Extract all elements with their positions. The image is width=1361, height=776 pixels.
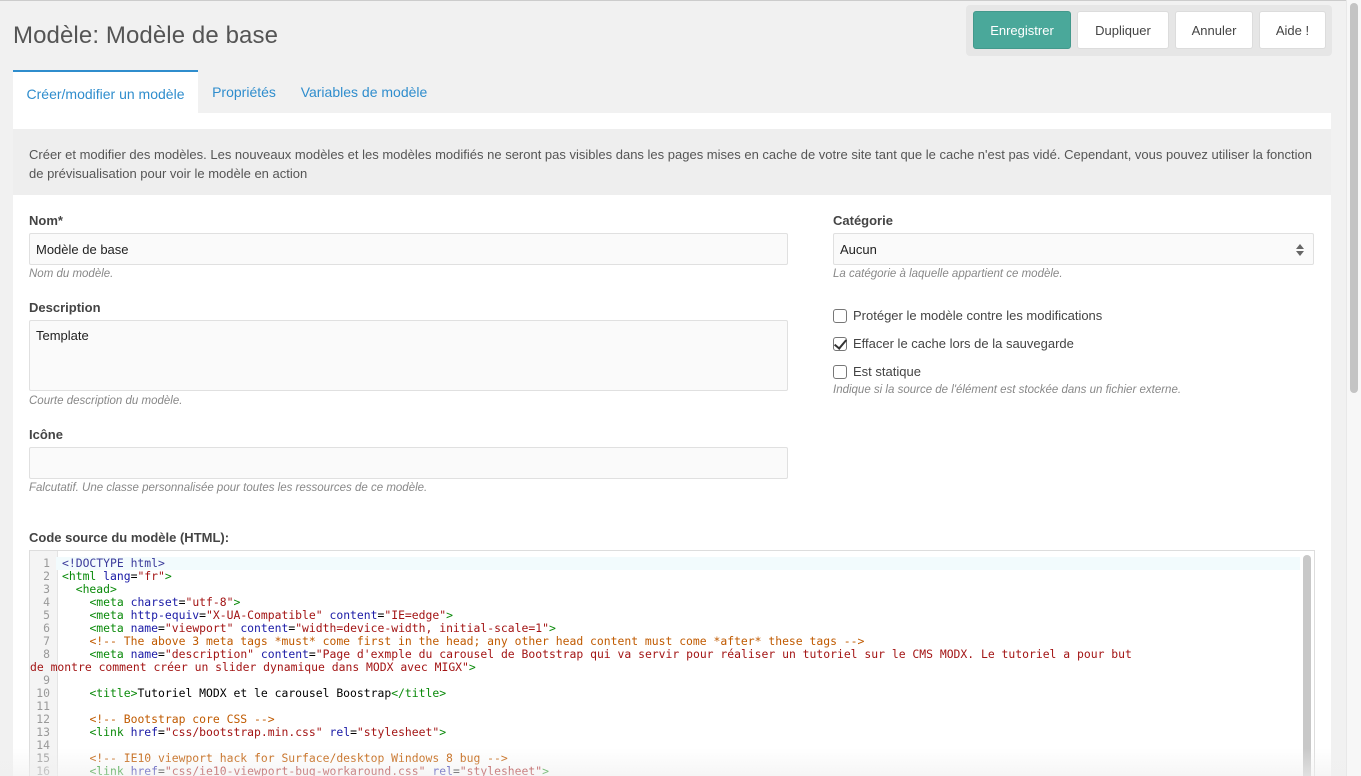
code-label: Code source du modèle (HTML): (29, 530, 230, 545)
icon-label: Icône (29, 427, 63, 442)
lock-checkbox[interactable] (833, 308, 847, 323)
top-border (0, 0, 1346, 1)
save-button[interactable]: Enregistrer (973, 11, 1071, 49)
icon-input[interactable] (29, 447, 788, 479)
lock-checkbox-label: Protéger le modèle contre les modificati… (853, 308, 1103, 323)
code-lines: 1 <!DOCTYPE html> 2 <html lang="fr"> 3 <he… (30, 557, 1300, 776)
page-title: Modèle: Modèle de base (13, 22, 279, 49)
main-panel: Créer et modifier des modèles. Les nouve… (13, 113, 1331, 776)
description-textarea[interactable]: Template (29, 320, 788, 391)
tab-properties[interactable]: Propriétés (202, 70, 286, 113)
static-checkbox-row[interactable]: Est statique (833, 364, 921, 379)
action-button-group: Enregistrer Dupliquer Annuler Aide ! (966, 5, 1332, 56)
tab-create-edit[interactable]: Créer/modifier un modèle (13, 70, 198, 115)
name-input[interactable]: Modèle de base (29, 233, 788, 265)
intro-description: Créer et modifier des modèles. Les nouve… (13, 129, 1331, 195)
description-label: Description (29, 300, 101, 315)
page: Modèle: Modèle de base Enregistrer Dupli… (0, 0, 1346, 776)
tab-template-variables[interactable]: Variables de modèle (294, 70, 434, 113)
code-line: de montre comment créer un slider dynami… (30, 660, 476, 674)
static-help: Indique si la source de l'élément est st… (833, 384, 1182, 396)
clear-cache-checkbox[interactable] (833, 336, 847, 351)
static-checkbox-label: Est statique (853, 364, 921, 379)
category-select-value: Aucun (840, 241, 877, 257)
cancel-button[interactable]: Annuler (1175, 11, 1253, 49)
clear-cache-checkbox-label: Effacer le cache lors de la sauvegarde (853, 336, 1074, 351)
lock-checkbox-row[interactable]: Protéger le modèle contre les modificati… (833, 308, 1102, 323)
category-select[interactable]: Aucun (833, 233, 1314, 265)
code-line: 13 <link href="css/bootstrap.min.css" re… (36, 725, 447, 739)
code-editor[interactable]: 1 <!DOCTYPE html> 2 <html lang="fr"> 3 <he… (29, 550, 1315, 776)
code-line: 10 <title>Tutoriel MODX et le carousel B… (36, 686, 447, 700)
category-help: La catégorie à laquelle appartient ce mo… (833, 268, 1063, 280)
tab-bar: Créer/modifier un modèle Propriétés Vari… (13, 70, 1331, 115)
help-button[interactable]: Aide ! (1259, 11, 1326, 49)
static-checkbox[interactable] (833, 364, 847, 379)
editor-scrollbar[interactable] (1303, 555, 1311, 776)
name-label: Nom* (29, 213, 63, 228)
page-scrollbar-thumb[interactable] (1350, 3, 1358, 393)
code-line: 16 <link href="css/ie10-viewport-bug-wor… (36, 764, 549, 776)
code-line: 2 <html lang="fr"> (43, 569, 172, 583)
description-help: Courte description du modèle. (29, 395, 183, 407)
select-arrows-icon (1295, 242, 1305, 258)
name-help: Nom du modèle. (29, 268, 114, 280)
clear-cache-checkbox-row[interactable]: Effacer le cache lors de la sauvegarde (833, 336, 1074, 351)
icon-help: Falcutatif. Une classe personnalisée pou… (29, 482, 428, 494)
code-line: 1 <!DOCTYPE html> (30, 557, 1300, 570)
category-label: Catégorie (833, 213, 893, 228)
duplicate-button[interactable]: Dupliquer (1077, 11, 1169, 49)
